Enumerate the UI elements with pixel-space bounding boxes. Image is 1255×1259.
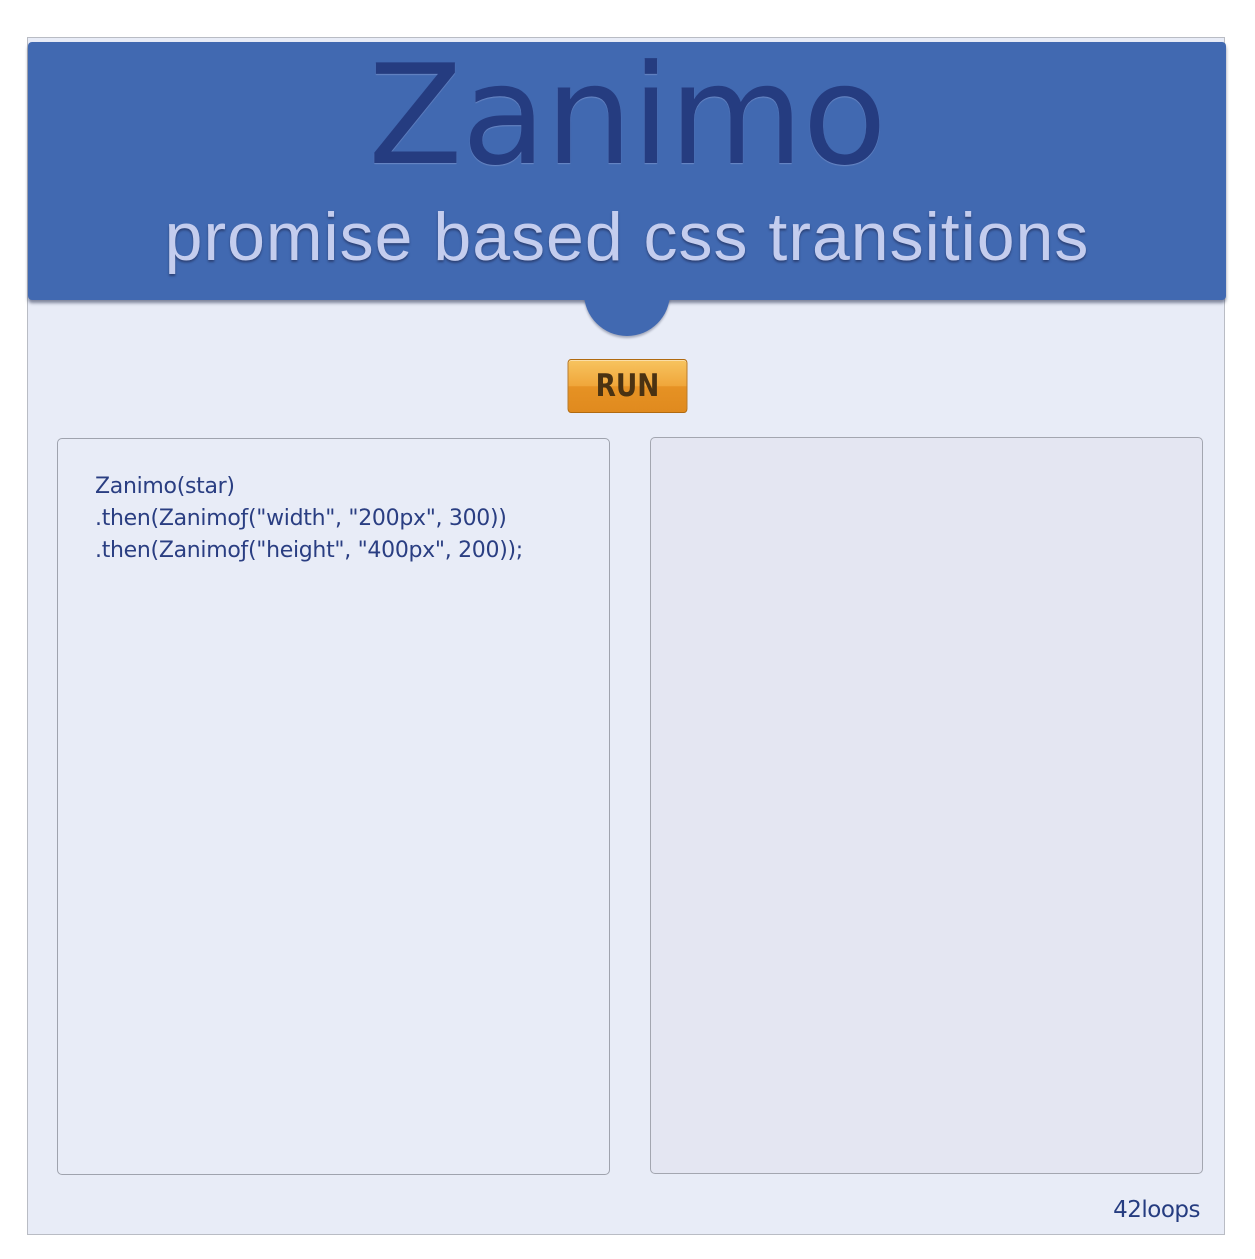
code-line: .then(Zanimoƒ("width", "200px", 300)) <box>95 506 507 531</box>
header-tab-join <box>578 278 676 300</box>
page-frame: Zanimo promise based css transitions RUN… <box>27 37 1226 1235</box>
code-line: Zanimo(star) <box>95 474 235 499</box>
credit-link[interactable]: 42loops <box>1113 1196 1200 1224</box>
page-title: Zanimo <box>368 35 887 196</box>
run-button[interactable]: RUN <box>567 359 688 413</box>
code-panel: Zanimo(star) .then(Zanimoƒ("width", "200… <box>57 438 610 1175</box>
code-line: .then(Zanimoƒ("height", "400px", 200)); <box>95 538 523 563</box>
page-subtitle: promise based css transitions <box>164 199 1090 275</box>
header-banner: Zanimo promise based css transitions <box>28 42 1226 300</box>
animation-stage <box>650 437 1203 1174</box>
